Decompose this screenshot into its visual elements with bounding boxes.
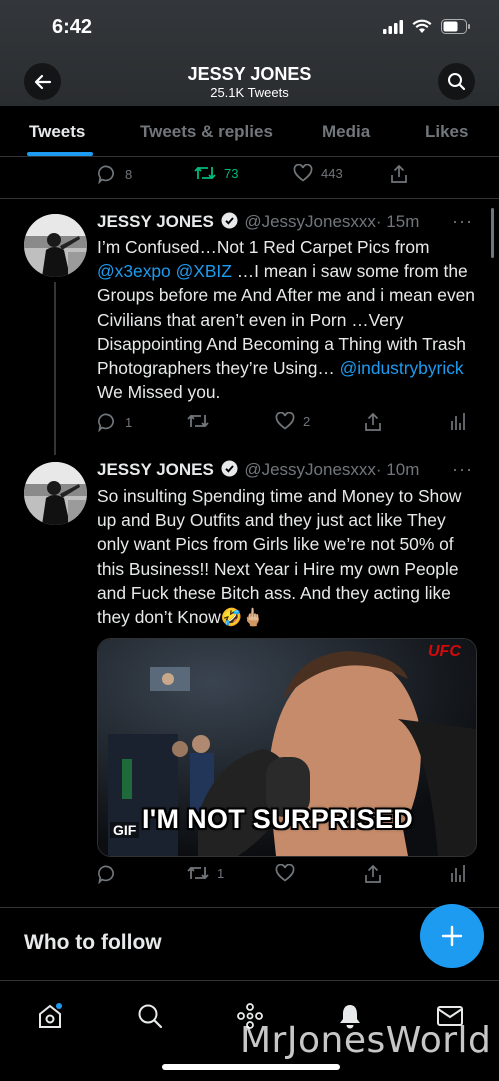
share-button[interactable] <box>364 412 382 432</box>
tab-media[interactable]: Media <box>322 122 370 142</box>
retweet-button[interactable]: 1 <box>187 864 224 882</box>
like-button[interactable]: 443 <box>293 164 343 182</box>
more-options-button[interactable]: ··· <box>452 459 473 480</box>
like-button[interactable] <box>275 864 295 882</box>
avatar[interactable] <box>24 462 87 525</box>
prev-tweet-actions: 8 73 443 <box>97 164 477 188</box>
verified-badge-icon <box>221 460 238 477</box>
author-handle[interactable]: @JessyJonesxxx <box>244 460 376 479</box>
battery-icon <box>441 19 470 34</box>
wifi-icon <box>412 19 432 33</box>
section-divider <box>0 907 499 908</box>
home-icon <box>39 1003 62 1028</box>
watermark-text: MrJonesWorld <box>240 1020 492 1061</box>
tweet-header: JESSY JONES @JessyJonesxxx· 15m <box>97 212 419 232</box>
more-options-button[interactable]: ··· <box>452 211 473 232</box>
retweet-icon <box>194 166 216 180</box>
search-icon <box>448 73 466 91</box>
reply-icon <box>98 413 114 432</box>
tweet-time: · 15m <box>375 212 420 231</box>
tab-likes[interactable]: Likes <box>425 122 468 142</box>
active-tab-indicator <box>27 152 93 156</box>
reply-button[interactable] <box>97 864 117 884</box>
thread-line <box>54 282 56 455</box>
author-handle[interactable]: @JessyJonesxxx <box>244 212 376 231</box>
retweet-button[interactable] <box>187 412 209 430</box>
gif-badge: GIF <box>110 822 140 838</box>
verified-badge-icon <box>221 212 238 229</box>
gif-caption: I'M NOT SURPRISED <box>142 804 414 834</box>
reply-icon <box>98 865 114 884</box>
status-icons <box>383 19 471 34</box>
author-name[interactable]: JESSY JONES <box>97 460 214 479</box>
avatar[interactable] <box>24 214 87 277</box>
scrollbar[interactable] <box>491 208 494 258</box>
heart-icon <box>275 412 295 430</box>
retweet-button[interactable]: 73 <box>194 164 238 182</box>
tweet-time: · 10m <box>375 460 420 479</box>
reply-count: 8 <box>125 166 133 182</box>
reply-icon <box>98 165 114 184</box>
tweet-actions: 1 2 <box>97 412 477 436</box>
tweet-header: JESSY JONES @JessyJonesxxx· 10m <box>97 460 419 480</box>
analytics-icon <box>451 865 465 882</box>
share-button[interactable] <box>390 164 408 184</box>
plus-icon <box>441 925 463 947</box>
heart-icon <box>293 164 313 182</box>
avatar-image <box>24 214 87 277</box>
reply-count: 1 <box>125 414 133 430</box>
who-to-follow-heading: Who to follow <box>24 931 162 954</box>
status-time: 6:42 <box>52 16 93 38</box>
share-button[interactable] <box>364 864 382 884</box>
share-icon <box>365 864 381 883</box>
heart-icon <box>275 864 295 882</box>
like-count: 443 <box>321 165 343 181</box>
tweet-text-part: We Missed you. <box>97 382 221 403</box>
author-name[interactable]: JESSY JONES <box>97 212 214 231</box>
compose-tweet-button[interactable] <box>420 904 484 968</box>
retweet-count: 73 <box>224 165 239 181</box>
mention-link[interactable]: @x3expo <box>97 261 171 281</box>
share-icon <box>365 412 381 431</box>
mention-link[interactable]: @industrybyrick <box>340 358 464 378</box>
tweet-actions: 1 <box>97 864 477 888</box>
nav-search[interactable] <box>135 1001 165 1031</box>
like-count: 2 <box>303 413 311 429</box>
tweet-text-part: I’m Confused…Not 1 Red Carpet Pics from <box>97 237 430 257</box>
tweet-divider <box>0 198 499 199</box>
signal-icon <box>383 19 403 34</box>
reply-button[interactable]: 8 <box>97 164 132 184</box>
tweet-text: I’m Confused…Not 1 Red Carpet Pics from … <box>97 235 482 404</box>
home-indicator <box>162 1064 340 1070</box>
share-icon <box>391 164 407 183</box>
nav-home[interactable] <box>35 1001 65 1031</box>
avatar-image <box>24 462 87 525</box>
gif-brand-logo: UFC <box>428 643 461 660</box>
search-icon <box>138 1004 163 1029</box>
analytics-icon <box>451 413 465 430</box>
profile-name: JESSY JONES <box>187 64 312 84</box>
analytics-button[interactable] <box>450 412 466 430</box>
tweet-text: So insulting Spending time and Money to … <box>97 486 462 628</box>
retweet-count: 1 <box>217 865 225 881</box>
retweet-icon <box>187 414 209 428</box>
analytics-button[interactable] <box>450 864 466 882</box>
profile-header: 6:42 JESSY JONES 25.1K Tweets <box>0 0 499 106</box>
retweet-icon <box>187 866 209 880</box>
profile-tabs: Tweets Tweets & replies Media Likes <box>0 106 499 157</box>
tab-tweets[interactable]: Tweets <box>29 122 85 142</box>
tab-tweets-replies[interactable]: Tweets & replies <box>140 122 273 142</box>
like-button[interactable]: 2 <box>275 412 310 430</box>
search-button[interactable] <box>438 63 475 100</box>
mention-link[interactable]: @XBIZ <box>176 261 232 281</box>
reply-button[interactable]: 1 <box>97 412 132 432</box>
tweet-count: 25.1K Tweets <box>210 85 289 100</box>
